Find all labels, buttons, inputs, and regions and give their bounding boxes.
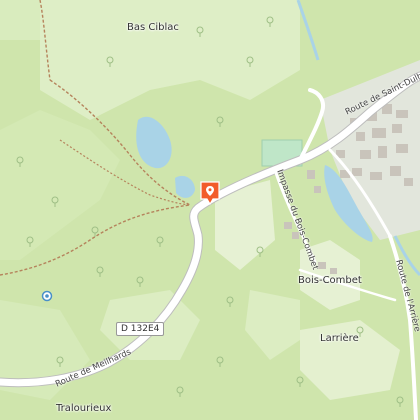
place-label-tralourieux: Tralourieux: [56, 403, 112, 414]
map-view[interactable]: Bas Ciblac Bois-Combet Larrière Tralouri…: [0, 0, 420, 420]
place-label-larriere: Larrière: [320, 333, 359, 344]
place-label-bois-combet: Bois-Combet: [298, 275, 362, 286]
location-pin-icon[interactable]: [199, 180, 221, 206]
spring-circle-icon: [41, 290, 53, 302]
place-label-bas-ciblac: Bas Ciblac: [127, 22, 179, 33]
road-shield-d132e4: D 132E4: [116, 322, 165, 336]
map-canvas[interactable]: [0, 0, 420, 420]
